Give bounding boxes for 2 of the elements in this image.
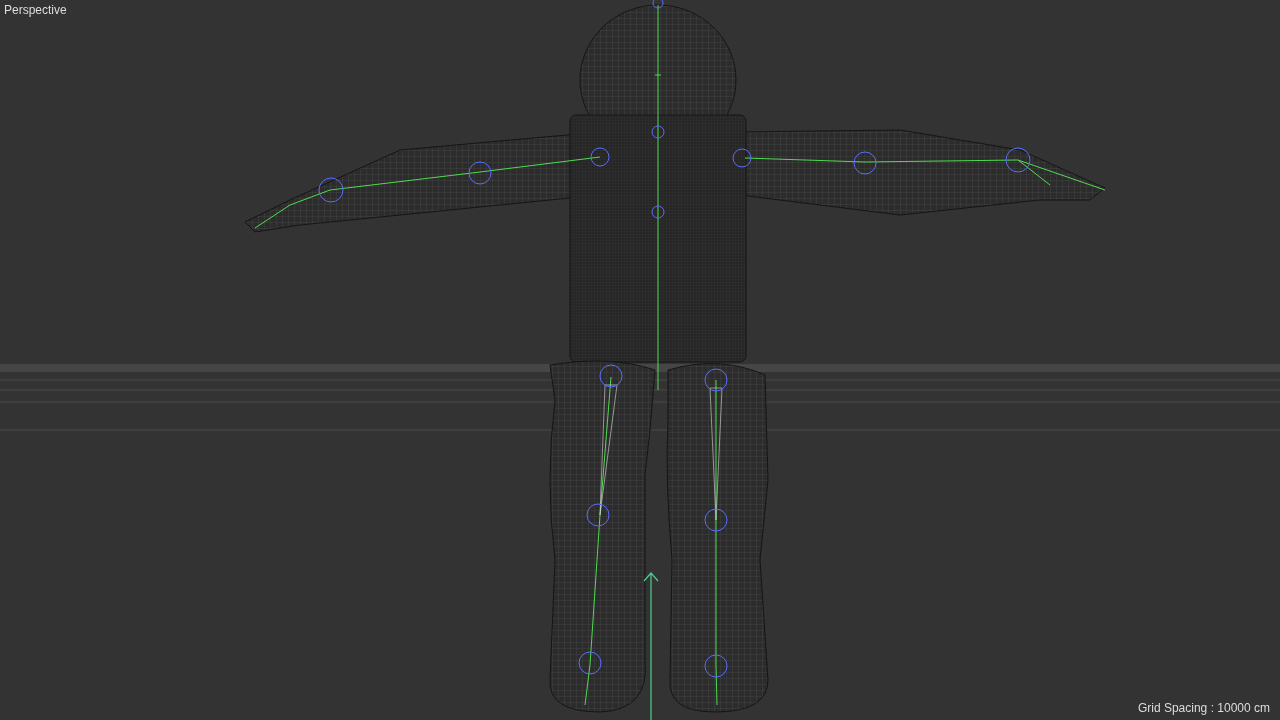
grid-spacing-label: Grid Spacing : 10000 cm bbox=[1137, 701, 1270, 715]
viewport-title: Perspective bbox=[4, 3, 67, 17]
